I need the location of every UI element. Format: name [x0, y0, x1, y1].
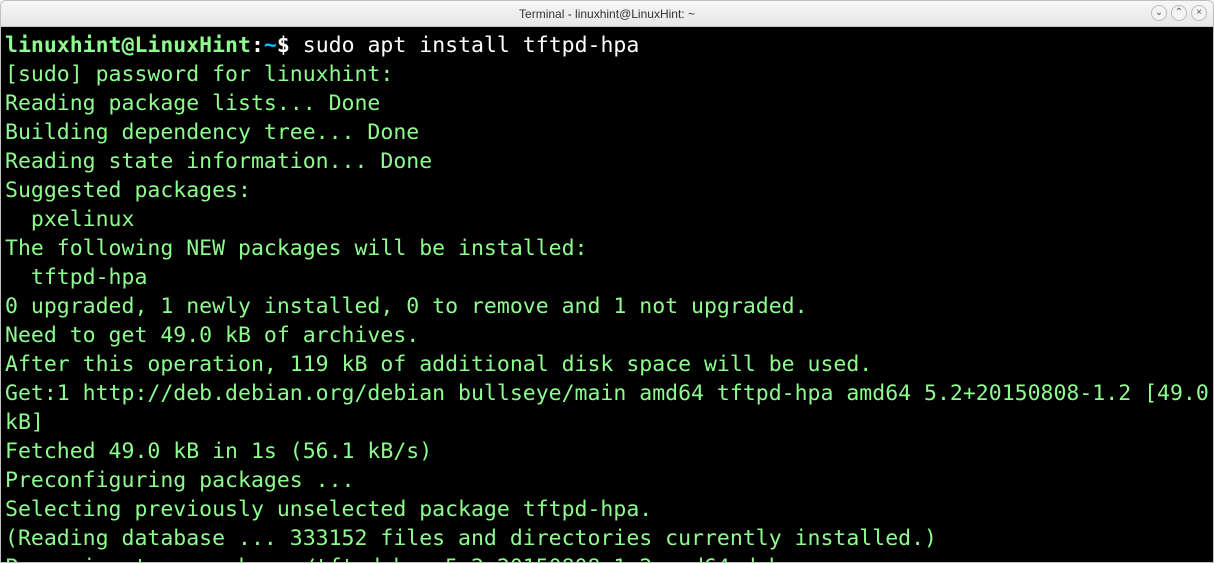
close-button[interactable]: ×: [1191, 5, 1207, 21]
terminal-output-line: Need to get 49.0 kB of archives.: [5, 321, 1209, 350]
close-icon: ×: [1196, 8, 1202, 18]
window-controls: ⌄ ⌃ ×: [1151, 5, 1207, 21]
prompt-user-host: linuxhint@LinuxHint: [5, 33, 251, 58]
terminal-output-line: Reading package lists... Done: [5, 89, 1209, 118]
prompt-separator: :: [251, 33, 264, 58]
minimize-icon: ⌄: [1155, 8, 1163, 18]
terminal-body[interactable]: linuxhint@LinuxHint:~$ sudo apt install …: [1, 27, 1213, 562]
terminal-output-line: Reading state information... Done: [5, 147, 1209, 176]
titlebar[interactable]: Terminal - linuxhint@LinuxHint: ~ ⌄ ⌃ ×: [1, 1, 1213, 27]
minimize-button[interactable]: ⌄: [1151, 5, 1167, 21]
terminal-output-line: After this operation, 119 kB of addition…: [5, 350, 1209, 379]
terminal-output-line: 0 upgraded, 1 newly installed, 0 to remo…: [5, 292, 1209, 321]
terminal-output-line: Selecting previously unselected package …: [5, 495, 1209, 524]
command-text: sudo apt install tftpd-hpa: [303, 33, 640, 58]
prompt-line: linuxhint@LinuxHint:~$ sudo apt install …: [5, 31, 1209, 60]
terminal-output-line: [sudo] password for linuxhint:: [5, 60, 1209, 89]
terminal-output-line: The following NEW packages will be insta…: [5, 234, 1209, 263]
prompt-symbol: $: [277, 33, 303, 58]
terminal-output-line: Fetched 49.0 kB in 1s (56.1 kB/s): [5, 437, 1209, 466]
terminal-output-line: tftpd-hpa: [5, 263, 1209, 292]
maximize-button[interactable]: ⌃: [1171, 5, 1187, 21]
terminal-output-line: pxelinux: [5, 205, 1209, 234]
terminal-output-line: Preparing to unpack .../tftpd-hpa_5.2+20…: [5, 553, 1209, 562]
window-title: Terminal - linuxhint@LinuxHint: ~: [519, 7, 695, 21]
terminal-output-line: (Reading database ... 333152 files and d…: [5, 524, 1209, 553]
terminal-output-line: Get:1 http://deb.debian.org/debian bulls…: [5, 379, 1209, 437]
terminal-window: Terminal - linuxhint@LinuxHint: ~ ⌄ ⌃ × …: [0, 0, 1214, 563]
prompt-path: ~: [264, 33, 277, 58]
terminal-output-line: Suggested packages:: [5, 176, 1209, 205]
maximize-icon: ⌃: [1175, 8, 1183, 18]
terminal-output-line: Building dependency tree... Done: [5, 118, 1209, 147]
terminal-output-line: Preconfiguring packages ...: [5, 466, 1209, 495]
